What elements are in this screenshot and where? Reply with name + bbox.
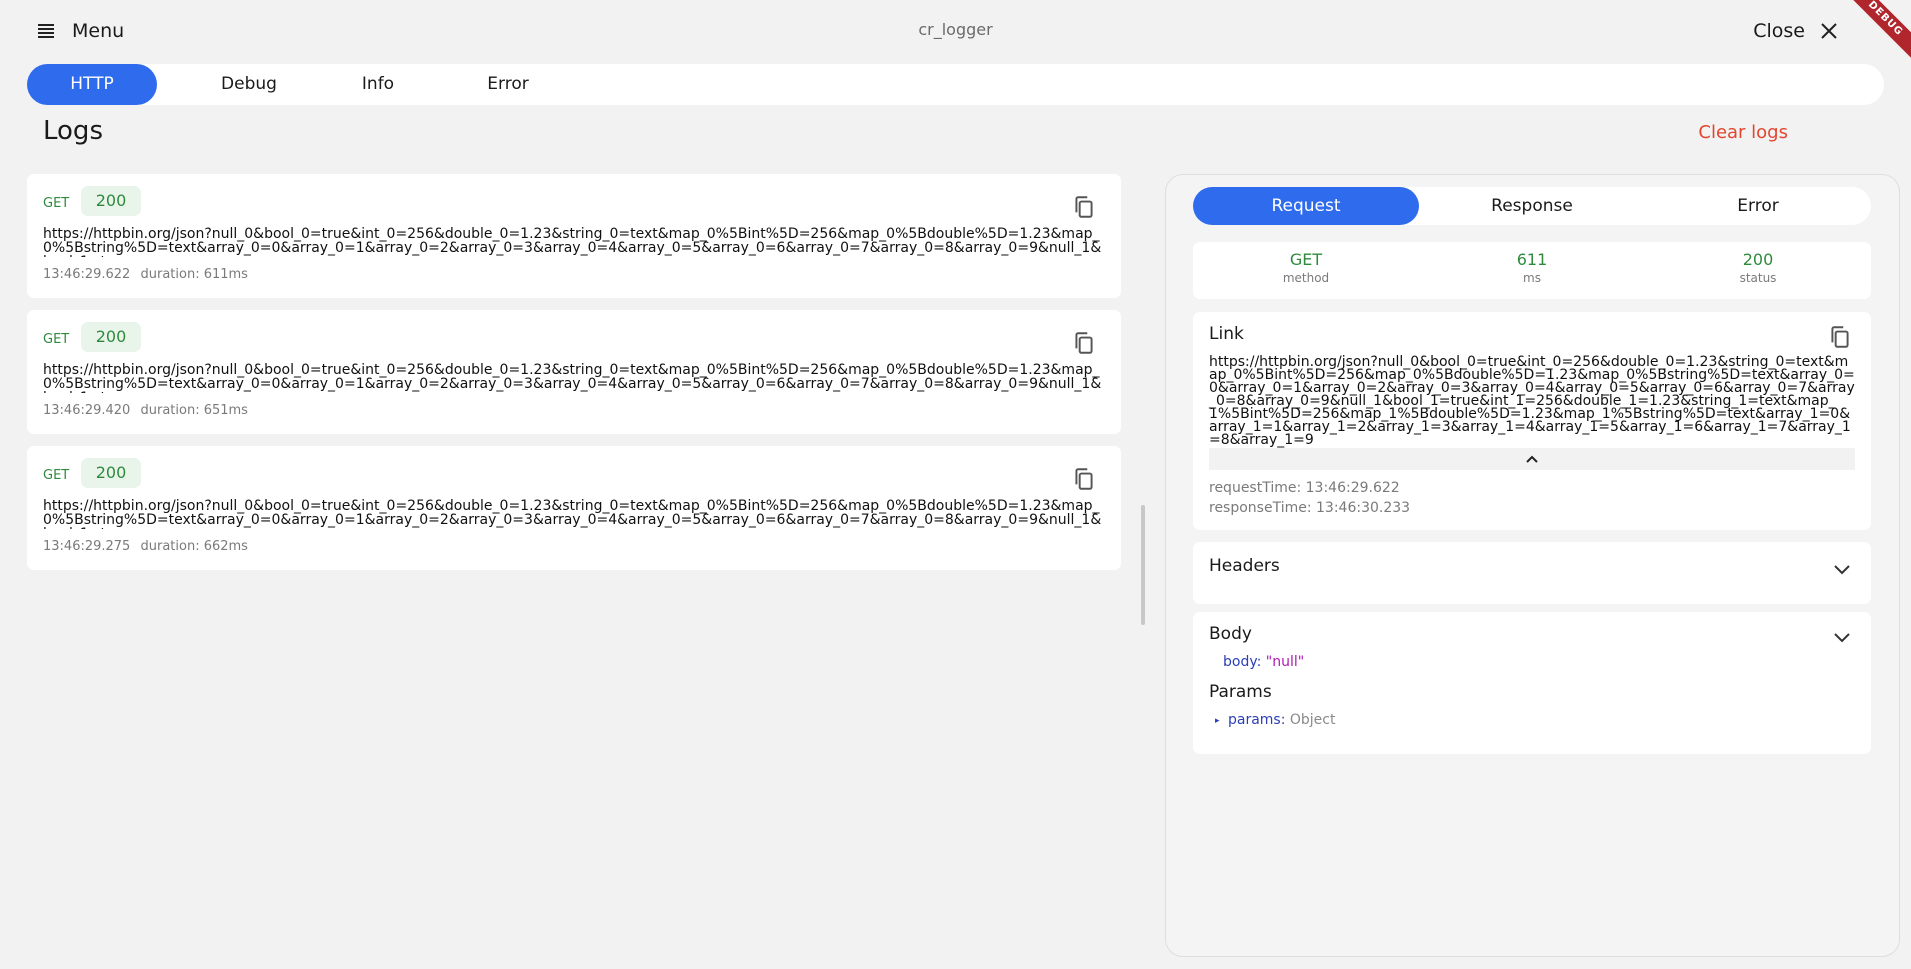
copy-icon[interactable] [1827, 324, 1853, 350]
detail-tabs: Request Response Error [1193, 187, 1871, 225]
summary-label: method [1282, 271, 1330, 285]
tab-http[interactable]: HTTP [27, 64, 157, 105]
log-method: GET [43, 196, 70, 211]
log-url: https://httpbin.org/json?null_0&bool_0=t… [43, 499, 1102, 529]
summary-label: status [1739, 271, 1777, 285]
collapse-link-button[interactable] [1209, 448, 1855, 470]
link-title: Link [1209, 324, 1244, 344]
link-card: Link https://httpbin.org/json?null_0&boo… [1193, 312, 1871, 530]
tab-info[interactable]: Info [313, 64, 443, 105]
link-url: https://httpbin.org/json?null_0&bool_0=t… [1209, 354, 1855, 448]
json-key: body: [1223, 654, 1262, 670]
log-time: 13:46:29.420 [43, 403, 131, 418]
body-entry: body: "null" [1223, 654, 1304, 670]
status-badge: 200 [81, 458, 141, 488]
log-duration: duration: 611ms [140, 267, 248, 282]
params-entry[interactable]: ▸ params: Object [1215, 712, 1336, 728]
tab-error-detail[interactable]: Error [1645, 187, 1871, 225]
body-title: Body [1209, 624, 1252, 644]
chevron-down-icon[interactable] [1831, 626, 1853, 648]
json-value: Object [1289, 712, 1336, 728]
summary-value: 611 [1516, 250, 1548, 269]
log-meta: 13:46:29.275 duration: 662ms [43, 539, 248, 554]
log-meta: 13:46:29.622 duration: 611ms [43, 267, 248, 282]
copy-icon[interactable] [1071, 194, 1097, 220]
body-section: Body body: "null" Params ▸ params: Objec… [1193, 612, 1871, 754]
summary-method: GET method [1193, 250, 1419, 286]
log-url: https://httpbin.org/json?null_0&bool_0=t… [43, 227, 1102, 257]
params-title: Params [1209, 682, 1272, 702]
log-method: GET [43, 332, 70, 347]
headers-section[interactable]: Headers [1193, 542, 1871, 604]
headers-title: Headers [1209, 556, 1280, 576]
copy-icon[interactable] [1071, 466, 1097, 492]
chevron-up-icon [1526, 455, 1538, 463]
page-title: Logs [43, 116, 103, 146]
log-url: https://httpbin.org/json?null_0&bool_0=t… [43, 363, 1102, 393]
summary-value: 200 [1742, 250, 1774, 269]
tab-error[interactable]: Error [443, 64, 573, 105]
tab-request[interactable]: Request [1193, 187, 1419, 225]
summary-duration: 611 ms [1419, 250, 1645, 286]
triangle-right-icon[interactable]: ▸ [1215, 716, 1220, 726]
log-time: 13:46:29.622 [43, 267, 131, 282]
close-label: Close [1753, 20, 1805, 42]
log-item[interactable]: GET 200 https://httpbin.org/json?null_0&… [27, 174, 1121, 298]
status-badge: 200 [81, 186, 141, 216]
request-time: requestTime: 13:46:29.622 [1209, 480, 1400, 496]
app-title: cr_logger [918, 20, 993, 39]
summary-value: GET [1289, 250, 1323, 269]
log-item[interactable]: GET 200 https://httpbin.org/json?null_0&… [27, 446, 1121, 570]
tab-response[interactable]: Response [1419, 187, 1645, 225]
status-badge: 200 [81, 322, 141, 352]
chevron-down-icon[interactable] [1831, 558, 1853, 580]
log-method: GET [43, 468, 70, 483]
top-bar: Menu cr_logger Close DEBUG [0, 0, 1911, 68]
tab-debug[interactable]: Debug [184, 64, 314, 105]
summary-status: 200 status [1645, 250, 1871, 286]
request-summary: GET method 611 ms 200 status [1193, 242, 1871, 299]
copy-icon[interactable] [1071, 330, 1097, 356]
log-meta: 13:46:29.420 duration: 651ms [43, 403, 248, 418]
summary-label: ms [1523, 271, 1541, 285]
log-time: 13:46:29.275 [43, 539, 131, 554]
log-duration: duration: 662ms [140, 539, 248, 554]
json-value: "null" [1265, 654, 1305, 670]
request-detail-panel: Request Response Error GET method 611 ms… [1165, 174, 1900, 957]
scrollbar[interactable] [1141, 505, 1145, 625]
close-button[interactable]: Close [1753, 18, 1839, 44]
response-time: responseTime: 13:46:30.233 [1209, 500, 1411, 516]
log-item[interactable]: GET 200 https://httpbin.org/json?null_0&… [27, 310, 1121, 434]
log-level-tabs: HTTP Debug Info Error [27, 64, 1884, 105]
log-duration: duration: 651ms [140, 403, 248, 418]
json-key: params: [1227, 712, 1286, 728]
clear-logs-button[interactable]: Clear logs [1698, 122, 1788, 143]
close-icon [1821, 23, 1837, 39]
